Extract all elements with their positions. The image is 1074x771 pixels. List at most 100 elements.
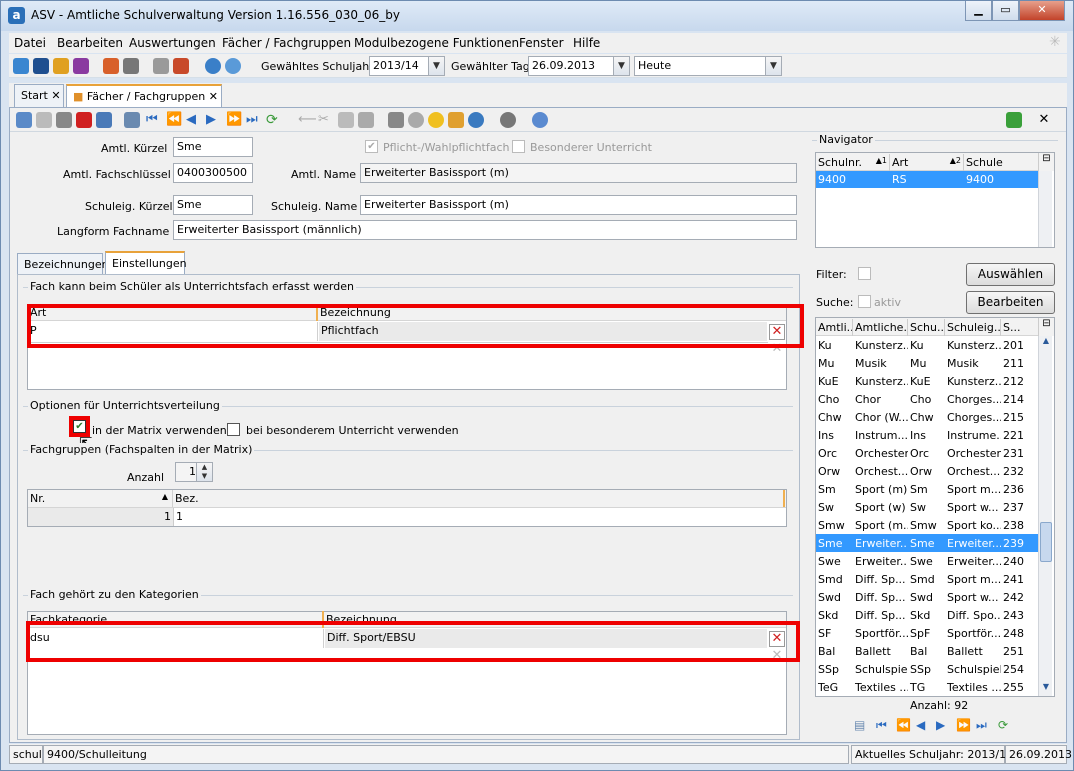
- subject-row[interactable]: Smw Sport (m... Smw Sport ko... 238: [816, 516, 1038, 534]
- menu-datei[interactable]: Datei: [14, 36, 46, 50]
- filter-checkbox[interactable]: [858, 267, 871, 280]
- amtl-kuerzel-field[interactable]: Sme: [173, 137, 253, 157]
- tab-bezeichnungen[interactable]: Bezeichnungen: [17, 253, 109, 274]
- save-icon[interactable]: [36, 112, 52, 128]
- col-schuleig-header[interactable]: Schuleig...: [945, 319, 1001, 336]
- subject-row[interactable]: Mu Musik Mu Musik 211: [816, 354, 1038, 372]
- menu-faecher[interactable]: Fächer / Fachgruppen: [222, 36, 351, 50]
- refresh-icon[interactable]: ⟳: [998, 718, 1008, 732]
- column-chooser-icon[interactable]: ⊟: [1038, 318, 1054, 336]
- subject-row[interactable]: Ins Instrum... Ins Instrume... 221: [816, 426, 1038, 444]
- delete-icon[interactable]: [76, 112, 92, 128]
- teacher-icon[interactable]: [73, 58, 89, 74]
- school-scrollbar[interactable]: [1038, 171, 1052, 247]
- tag-field[interactable]: 26.09.2013 ▼: [528, 56, 630, 76]
- eye-icon[interactable]: [408, 112, 424, 128]
- group-icon[interactable]: [53, 58, 69, 74]
- tab-start[interactable]: Start ✕: [14, 84, 64, 107]
- chevron-down-icon[interactable]: ▼: [428, 57, 444, 75]
- back-icon[interactable]: ⟵: [298, 112, 317, 128]
- tab-faecher[interactable]: ■ Fächer / Fachgruppen ✕: [66, 84, 222, 107]
- sync-icon[interactable]: [1006, 112, 1022, 128]
- col-nr-header[interactable]: Nr. ▲: [28, 490, 173, 507]
- subject-row[interactable]: Swe Erweiter... Swe Erweiter... 240: [816, 552, 1038, 570]
- col-bez-header[interactable]: Bez.: [173, 490, 785, 507]
- next-page-icon[interactable]: ⏩: [956, 718, 971, 732]
- help-icon[interactable]: [225, 58, 241, 74]
- menu-modulbezogene[interactable]: Modulbezogene Funktionen: [354, 36, 519, 50]
- col-schule-header[interactable]: Schule: [964, 154, 1038, 171]
- paste-icon[interactable]: [358, 112, 374, 128]
- list-icon[interactable]: [124, 112, 140, 128]
- subject-row[interactable]: Sme Erweiter... Sme Erweiter... 239: [816, 534, 1038, 552]
- amtl-name-field[interactable]: Erweiterter Basissport (m): [360, 163, 797, 183]
- subject-scrollbar[interactable]: ▲ ▼: [1038, 336, 1052, 696]
- subject-row[interactable]: Sw Sport (w) Sw Sport w... 237: [816, 498, 1038, 516]
- clock-icon[interactable]: [468, 112, 484, 128]
- close-icon[interactable]: ✕: [1036, 112, 1052, 128]
- subject-row[interactable]: TeG Textiles ... TG Textiles ... 255: [816, 678, 1038, 696]
- close-icon[interactable]: ✕: [51, 89, 60, 102]
- prev-icon[interactable]: ◀: [916, 718, 925, 732]
- print-icon[interactable]: [388, 112, 404, 128]
- matrix-checkbox[interactable]: ✔: [73, 420, 86, 433]
- subject-row[interactable]: Chw Chor (W... Chw Chorges... 215: [816, 408, 1038, 426]
- subject-row[interactable]: Orw Orchest... Orw Orchest... 232: [816, 462, 1038, 480]
- subject-row[interactable]: Sm Sport (m) Sm Sport m... 236: [816, 480, 1038, 498]
- next-page-icon[interactable]: ⏩: [226, 112, 242, 128]
- col-schulnr-header[interactable]: Schulnr. ▲1: [816, 154, 890, 171]
- broom-icon[interactable]: [448, 112, 464, 128]
- cut-icon[interactable]: ✂: [318, 112, 334, 128]
- menu-bearbeiten[interactable]: Bearbeiten: [57, 36, 123, 50]
- school-row-selected[interactable]: 9400 RS 9400: [816, 171, 1038, 188]
- schuleig-kuerzel-field[interactable]: Sme: [173, 195, 253, 215]
- undo-icon[interactable]: [56, 112, 72, 128]
- scroll-thumb[interactable]: [1040, 522, 1052, 562]
- subject-row[interactable]: Swd Diff. Sp... Swd Sport w... 242: [816, 588, 1038, 606]
- subject-row[interactable]: Ku Kunsterz... Ku Kunsterz... 201: [816, 336, 1038, 354]
- last-icon[interactable]: ⏭: [246, 112, 262, 128]
- prev-icon[interactable]: ◀: [186, 112, 202, 128]
- subject-row[interactable]: Cho Chor Cho Chorges... 214: [816, 390, 1038, 408]
- aktiv-checkbox[interactable]: [858, 295, 871, 308]
- scroll-up-icon[interactable]: ▲: [1040, 336, 1052, 350]
- first-icon[interactable]: ⏮: [876, 718, 887, 733]
- close-button[interactable]: ✕: [1019, 1, 1065, 21]
- col-amtli-header[interactable]: Amtli...: [816, 319, 853, 336]
- bulb-icon[interactable]: [428, 112, 444, 128]
- calculator-icon[interactable]: [123, 58, 139, 74]
- schuleig-name-field[interactable]: Erweiterter Basissport (m): [360, 195, 797, 215]
- subject-row[interactable]: SF Sportför... SpF Sportför... 248: [816, 624, 1038, 642]
- bearbeiten-button[interactable]: Bearbeiten: [966, 291, 1055, 314]
- subject-row[interactable]: SSp Schulspiel SSp Schulspiel 254: [816, 660, 1038, 678]
- column-chooser-icon[interactable]: ⊟: [1038, 153, 1054, 171]
- refresh-icon[interactable]: ⟳: [266, 112, 282, 128]
- fachschluessel-field[interactable]: 0400300500: [173, 163, 253, 183]
- schuljahr-select[interactable]: 2013/14 ▼: [369, 56, 445, 76]
- subject-row[interactable]: Bal Ballett Bal Ballett 251: [816, 642, 1038, 660]
- col-s-header[interactable]: S...: [1001, 319, 1038, 336]
- settings-icon[interactable]: [500, 112, 516, 128]
- subject-row[interactable]: Orc Orchester Orc Orchester 231: [816, 444, 1038, 462]
- menu-fenster[interactable]: Fenster: [519, 36, 564, 50]
- subject-row[interactable]: KuE Kunsterz... KuE Kunsterz... 212: [816, 372, 1038, 390]
- minimize-button[interactable]: ▁: [965, 1, 992, 21]
- bus-icon[interactable]: [33, 58, 49, 74]
- tab-einstellungen[interactable]: Einstellungen: [105, 251, 187, 274]
- new-icon[interactable]: [16, 112, 32, 128]
- bez-cell[interactable]: 1: [173, 508, 786, 526]
- list-icon[interactable]: ▤: [854, 718, 865, 732]
- copy-icon[interactable]: [338, 112, 354, 128]
- people-icon[interactable]: [13, 58, 29, 74]
- menu-auswertungen[interactable]: Auswertungen: [129, 36, 216, 50]
- chevron-down-icon[interactable]: ▼: [613, 57, 629, 75]
- info-icon[interactable]: [205, 58, 221, 74]
- next-icon[interactable]: ▶: [936, 718, 945, 732]
- scroll-down-icon[interactable]: ▼: [1040, 682, 1052, 696]
- col-amtliche-header[interactable]: Amtliche...: [853, 319, 908, 336]
- pflicht-checkbox[interactable]: ✔: [365, 140, 378, 153]
- spinner-arrows-icon[interactable]: ▲ ▼: [196, 463, 212, 481]
- auswaehlen-button[interactable]: Auswählen: [966, 263, 1055, 286]
- col-art-header[interactable]: Art ▲2: [890, 154, 964, 171]
- prev-page-icon[interactable]: ⏪: [896, 718, 911, 732]
